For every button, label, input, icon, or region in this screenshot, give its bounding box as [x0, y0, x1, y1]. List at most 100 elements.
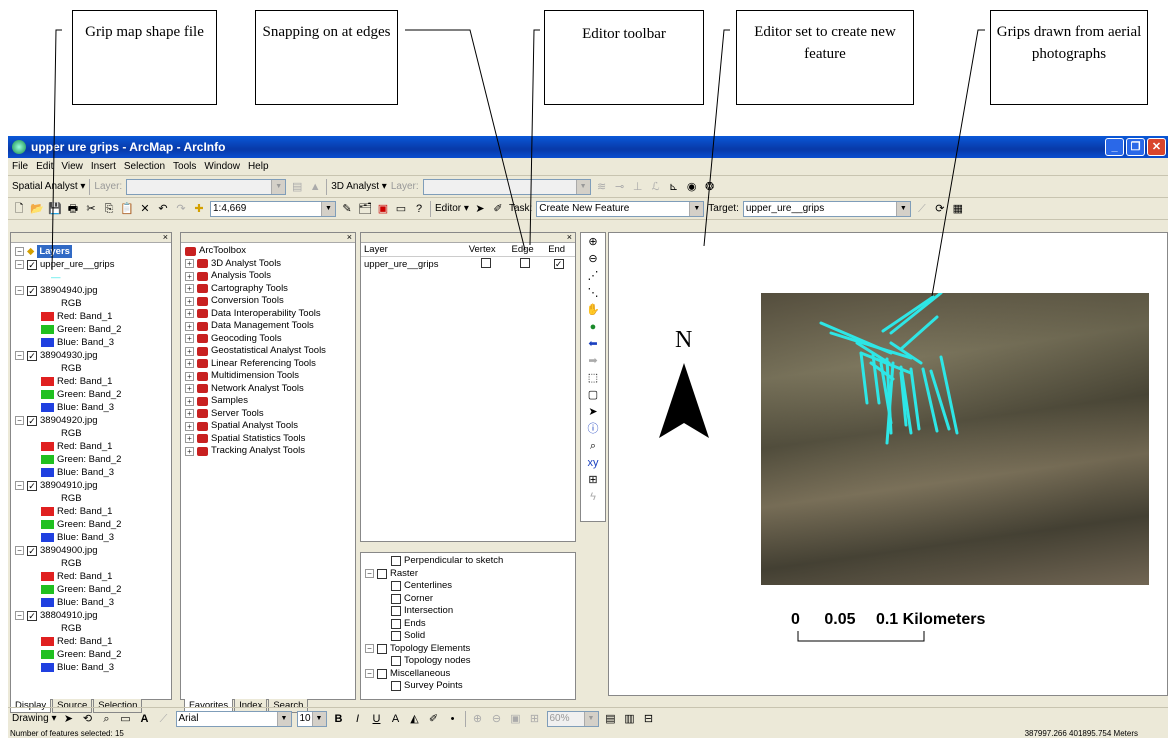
focus-frame-icon[interactable]: ▥	[623, 712, 637, 726]
toc-item[interactable]: Red: Band_1	[15, 570, 169, 583]
toc-item[interactable]: Red: Band_1	[15, 440, 169, 453]
italic-icon[interactable]: I	[351, 712, 365, 726]
edit-tool-icon[interactable]: ➤	[473, 202, 487, 216]
task-dropdown[interactable]: Create New Feature ▼	[536, 200, 705, 217]
toolbox-item[interactable]: + Linear Referencing Tools	[185, 358, 353, 371]
arcscene-icon[interactable]: ◉	[685, 180, 699, 194]
steepest-path-icon[interactable]: ⊸	[613, 180, 627, 194]
snapping-option[interactable]: Ends	[365, 618, 573, 631]
editor-toolbar-icon[interactable]: ✎	[340, 202, 354, 216]
toc-item[interactable]: − ✓ 38904940.jpg	[15, 284, 169, 297]
zoom-percent-dropdown[interactable]: 60% ▼	[546, 710, 599, 727]
toolbox-item[interactable]: + Network Analyst Tools	[185, 383, 353, 396]
attributes-icon[interactable]: ▦	[951, 202, 965, 216]
menu-view[interactable]: View	[61, 161, 83, 172]
zoom-out-fixed-icon[interactable]: ⊖	[490, 712, 504, 726]
forward-extent-icon[interactable]: ➡	[588, 354, 597, 368]
fill-color-icon[interactable]: ◭	[408, 712, 422, 726]
spatial-layer-dropdown[interactable]: ▼	[126, 178, 287, 195]
new-document-icon[interactable]: 🗋	[12, 202, 26, 216]
toc-root[interactable]: − ◆ Layers	[15, 245, 169, 258]
toc-item[interactable]: RGB	[15, 557, 169, 570]
bold-icon[interactable]: B	[332, 712, 346, 726]
clear-selection-icon[interactable]: ▢	[588, 388, 598, 402]
toc-item[interactable]: − ✓ 38904910.jpg	[15, 479, 169, 492]
toc-item[interactable]: Blue: Band_3	[15, 596, 169, 609]
3d-analyst-menu[interactable]: 3D Analyst ▾	[331, 181, 387, 192]
toolbox-item[interactable]: + Data Interoperability Tools	[185, 308, 353, 321]
change-layout-icon[interactable]: ⊟	[642, 712, 656, 726]
toolbox-item[interactable]: + Cartography Tools	[185, 283, 353, 296]
snapping-option[interactable]: Survey Points	[365, 680, 573, 693]
toc-item[interactable]: Green: Band_2	[15, 648, 169, 661]
menu-tools[interactable]: Tools	[173, 161, 196, 172]
toc-close-icon[interactable]: ×	[11, 233, 171, 243]
fixed-zoom-in-icon[interactable]: ⋰	[588, 269, 599, 283]
toc-item[interactable]: Green: Band_2	[15, 518, 169, 531]
snapping-option[interactable]: Intersection	[365, 605, 573, 618]
toolbox-item[interactable]: + Samples	[185, 395, 353, 408]
add-data-icon[interactable]: ✚	[192, 202, 206, 216]
contour-icon[interactable]: ≋	[595, 180, 609, 194]
histogram-icon[interactable]: ▤	[290, 180, 304, 194]
layout-pan-icon[interactable]: ▣	[509, 712, 523, 726]
menu-selection[interactable]: Selection	[124, 161, 165, 172]
select-elements-icon[interactable]: ➤	[588, 405, 597, 419]
undo-icon[interactable]: ↶	[156, 202, 170, 216]
arcglobe-icon[interactable]: ❂	[703, 180, 717, 194]
full-extent-icon[interactable]: ●	[590, 320, 597, 334]
fixed-zoom-out-icon[interactable]: ⋱	[588, 286, 599, 300]
toolbox-item[interactable]: + Multidimension Tools	[185, 370, 353, 383]
toc-item[interactable]: Blue: Band_3	[15, 661, 169, 674]
toc-item[interactable]: —	[15, 271, 169, 284]
hyperlink-icon[interactable]: ϟ	[590, 490, 596, 504]
target-dropdown[interactable]: upper_ure__grips ▼	[742, 200, 911, 217]
3d-layer-dropdown[interactable]: ▼	[422, 178, 591, 195]
menu-window[interactable]: Window	[204, 161, 240, 172]
toc-item[interactable]: Green: Band_2	[15, 388, 169, 401]
zoom-in-icon[interactable]: ⊕	[588, 235, 597, 249]
toc-item[interactable]: RGB	[15, 622, 169, 635]
snapping-option[interactable]: − Raster	[365, 568, 573, 581]
arccatalog-icon[interactable]: 🗂	[358, 202, 372, 216]
toc-item[interactable]: Blue: Band_3	[15, 401, 169, 414]
snapping-option[interactable]: Perpendicular to sketch	[365, 555, 573, 568]
arctoolbox-icon[interactable]: ▣	[376, 202, 390, 216]
map-view[interactable]: N 0 0.05 0.1 Kilometers	[608, 232, 1168, 696]
toolbox-item[interactable]: +3D Analyst Tools	[185, 258, 353, 271]
measure-icon[interactable]: ⊞	[588, 473, 597, 487]
toolbox-close-icon[interactable]: ×	[181, 233, 355, 243]
toc-item[interactable]: Red: Band_1	[15, 310, 169, 323]
toc-item[interactable]: − ✓ upper_ure__grips	[15, 258, 169, 271]
toc-item[interactable]: Blue: Band_3	[15, 336, 169, 349]
toolbox-item[interactable]: + Analysis Tools	[185, 270, 353, 283]
toolbox-item[interactable]: + Geostatistical Analyst Tools	[185, 345, 353, 358]
toolbox-item[interactable]: + Data Management Tools	[185, 320, 353, 333]
toc-item[interactable]: RGB	[15, 427, 169, 440]
font-dropdown[interactable]: Arial ▼	[175, 710, 292, 727]
toc-item[interactable]: Red: Band_1	[15, 635, 169, 648]
font-color-icon[interactable]: A	[389, 712, 403, 726]
toc-item[interactable]: − ✓ 38904920.jpg	[15, 414, 169, 427]
snapping-close-icon[interactable]: ×	[361, 233, 575, 243]
snap-vertex-checkbox[interactable]	[480, 258, 491, 268]
identify-icon[interactable]: ⓘ	[588, 422, 599, 436]
back-extent-icon[interactable]: ⬅	[588, 337, 597, 351]
menu-help[interactable]: Help	[248, 161, 269, 172]
toc-item[interactable]: RGB	[15, 297, 169, 310]
line-of-sight-icon[interactable]: ⊥	[631, 180, 645, 194]
open-icon[interactable]: 📂	[30, 202, 44, 216]
toolbox-item[interactable]: + Geocoding Tools	[185, 333, 353, 346]
snapping-option[interactable]: − Topology Elements	[365, 643, 573, 656]
toc-item[interactable]: − ✓ 38804910.jpg	[15, 609, 169, 622]
snapping-option[interactable]: Corner	[365, 593, 573, 606]
close-button[interactable]: ✕	[1147, 138, 1166, 156]
toc-item[interactable]: Green: Band_2	[15, 583, 169, 596]
edit-vertices-icon[interactable]: ⟋	[157, 712, 171, 726]
menu-file[interactable]: File	[12, 161, 28, 172]
paste-icon[interactable]: 📋	[120, 202, 134, 216]
split-tool-icon[interactable]: ⟋	[915, 202, 929, 216]
snap-end-checkbox[interactable]: ✓	[553, 259, 564, 269]
drawing-menu[interactable]: Drawing ▾	[12, 713, 57, 724]
toc-item[interactable]: − ✓ 38904930.jpg	[15, 349, 169, 362]
